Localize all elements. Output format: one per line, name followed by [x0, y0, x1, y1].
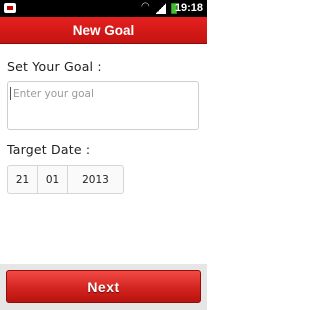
status-bar: ◠ 19:18	[0, 0, 207, 17]
target-date-picker[interactable]: 21 01 2013	[7, 165, 124, 194]
status-time: 19:18	[174, 2, 203, 14]
text-caret	[10, 87, 11, 100]
goal-label: Set Your Goal :	[7, 59, 102, 74]
signal-icon	[156, 3, 166, 14]
goal-input[interactable]	[7, 81, 199, 130]
notification-icon	[4, 3, 16, 13]
date-day-field[interactable]: 21	[8, 166, 38, 193]
title-bar: New Goal	[0, 17, 207, 44]
next-button[interactable]: Next	[6, 270, 201, 303]
date-year-field[interactable]: 2013	[68, 166, 123, 193]
target-date-label: Target Date :	[7, 142, 91, 157]
wifi-icon: ◠	[141, 1, 150, 12]
page-title: New Goal	[72, 23, 135, 38]
date-month-field[interactable]: 01	[38, 166, 68, 193]
